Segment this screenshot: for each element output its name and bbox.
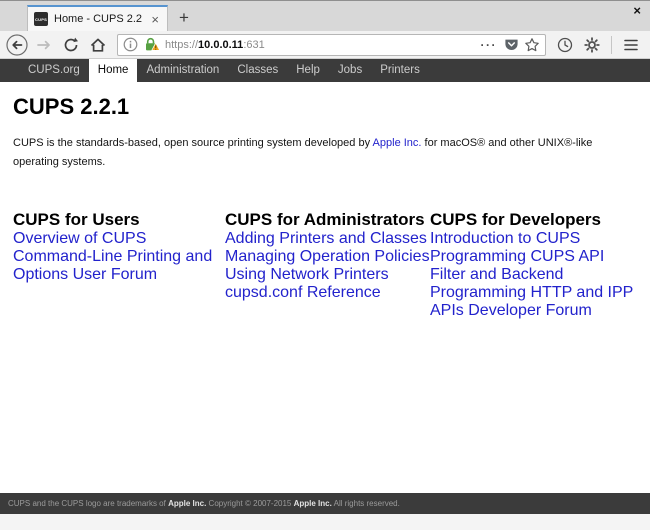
new-tab-button[interactable]: + (168, 5, 200, 31)
column-heading-developers: CUPS for Developers (430, 210, 637, 230)
page-content: CUPS 2.2.1 CUPS is the standards-based, … (0, 82, 650, 493)
link-adding-printers[interactable]: Adding Printers and Classes (225, 230, 427, 247)
column-administrators: CUPS for Administrators Adding Printers … (225, 210, 430, 320)
footer-text-post: All rights reserved. (332, 499, 400, 508)
home-button[interactable] (85, 33, 111, 57)
link-managing-policies[interactable]: Managing Operation Policies (225, 248, 430, 265)
clock-icon (557, 37, 573, 53)
intro-text-pre: CUPS is the standards-based, open source… (13, 137, 373, 149)
menu-button[interactable] (618, 33, 644, 57)
history-button[interactable] (552, 33, 578, 57)
tab-bar: CUPS Home - CUPS 2.2.1 × + × (0, 1, 650, 31)
link-cups-api[interactable]: CUPS API (530, 248, 604, 265)
cups-nav-help[interactable]: Help (287, 59, 329, 82)
tab-close-icon[interactable]: × (149, 12, 161, 27)
bookmark-star-icon[interactable] (524, 37, 540, 53)
cups-nav-administration[interactable]: Administration (137, 59, 228, 82)
site-info-icon[interactable] (123, 37, 138, 52)
url-bar[interactable]: https://10.0.0.11:631 ··· (117, 34, 546, 56)
hamburger-menu-icon (623, 38, 639, 52)
reload-icon (62, 36, 80, 54)
tab-title: Home - CUPS 2.2.1 (54, 13, 143, 25)
browser-tab[interactable]: CUPS Home - CUPS 2.2.1 × (27, 5, 168, 31)
reload-button[interactable] (58, 33, 84, 57)
window-close-icon[interactable]: × (633, 4, 641, 17)
url-port: :631 (243, 39, 264, 51)
footer-text-pre: CUPS and the CUPS logo are trademarks of (8, 499, 168, 508)
browser-window: CUPS Home - CUPS 2.2.1 × + × (0, 0, 650, 530)
cups-nav-bar: CUPS.org Home Administration Classes Hel… (0, 59, 650, 82)
column-developers: CUPS for Developers Introduction to CUPS… (430, 210, 637, 320)
cups-nav-jobs[interactable]: Jobs (329, 59, 371, 82)
footer-apple-link-2[interactable]: Apple Inc. (294, 499, 332, 508)
url-text[interactable]: https://10.0.0.11:631 (165, 39, 474, 51)
column-users: CUPS for Users Overview of CUPS Command-… (13, 210, 225, 320)
column-heading-users: CUPS for Users (13, 210, 225, 230)
back-button[interactable] (4, 33, 30, 57)
page-footer: CUPS and the CUPS logo are trademarks of… (0, 493, 650, 514)
footer-apple-link-1[interactable]: Apple Inc. (168, 499, 206, 508)
lock-warning-icon[interactable] (143, 37, 160, 52)
cups-nav-printers[interactable]: Printers (371, 59, 429, 82)
link-overview-of-cups[interactable]: Overview of CUPS (13, 230, 146, 247)
forward-button[interactable] (31, 33, 57, 57)
settings-button[interactable] (579, 33, 605, 57)
pocket-icon[interactable] (504, 37, 519, 52)
intro-paragraph: CUPS is the standards-based, open source… (13, 134, 613, 173)
apple-inc-link[interactable]: Apple Inc. (373, 137, 422, 149)
page-actions-icon[interactable]: ··· (479, 38, 500, 52)
column-heading-administrators: CUPS for Administrators (225, 210, 430, 230)
cups-nav-cups-org[interactable]: CUPS.org (19, 59, 89, 82)
link-network-printers[interactable]: Using Network Printers (225, 266, 389, 283)
back-icon (5, 33, 29, 57)
below-footer-area (0, 514, 650, 530)
link-developer-forum[interactable]: Developer Forum (468, 302, 592, 319)
link-cupsd-conf-reference[interactable]: cupsd.conf Reference (225, 284, 381, 301)
cups-nav-home[interactable]: Home (89, 59, 138, 82)
page-title: CUPS 2.2.1 (13, 94, 637, 120)
cups-nav-classes[interactable]: Classes (228, 59, 287, 82)
link-columns: CUPS for Users Overview of CUPS Command-… (13, 210, 637, 320)
navigation-toolbar: https://10.0.0.11:631 ··· (0, 31, 650, 59)
link-user-forum[interactable]: User Forum (73, 266, 157, 283)
forward-icon (34, 35, 54, 55)
home-icon (89, 36, 107, 54)
url-protocol: https:// (165, 39, 198, 51)
gear-icon (584, 37, 600, 53)
url-host: 10.0.0.11 (198, 39, 243, 51)
cups-favicon-icon: CUPS (34, 12, 48, 26)
footer-text-mid: Copyright © 2007-2015 (206, 499, 293, 508)
toolbar-separator (611, 36, 612, 54)
